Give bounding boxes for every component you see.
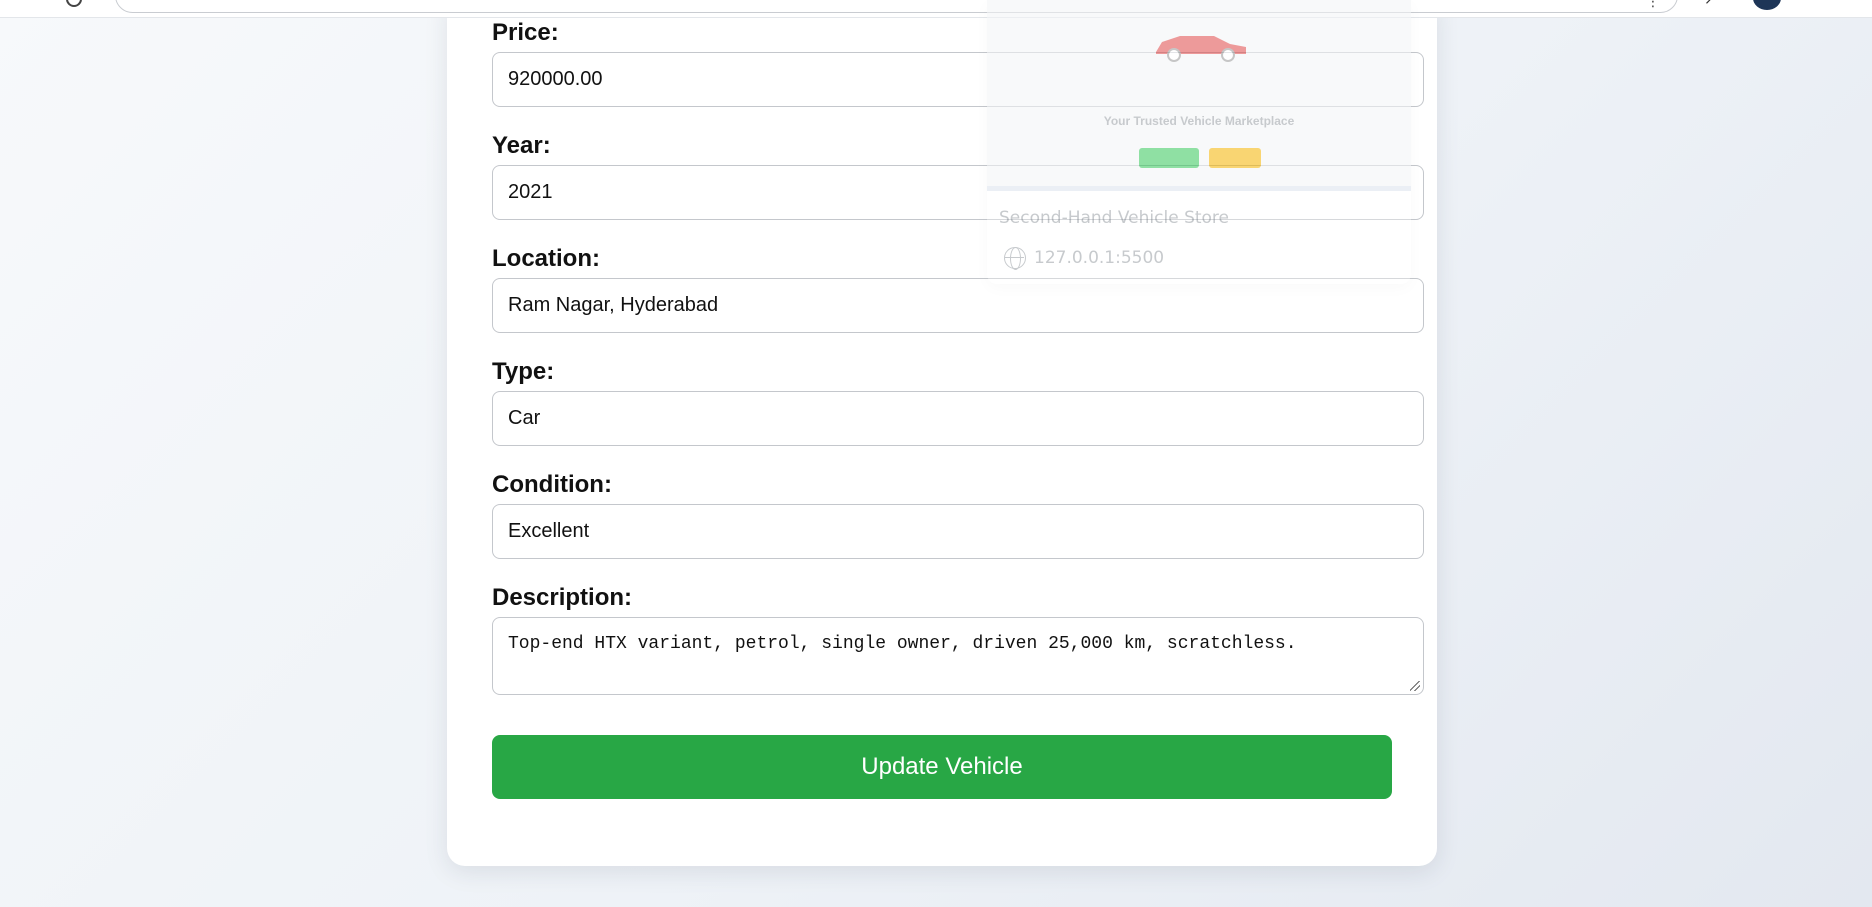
description-value: Top-end HTX variant, petrol, single owne… bbox=[508, 634, 1297, 654]
description-field-group: Description: Top-end HTX variant, petrol… bbox=[492, 583, 1424, 695]
type-input[interactable]: Car bbox=[492, 391, 1424, 446]
type-field-group: Type: Car bbox=[492, 357, 1424, 446]
address-bar[interactable] bbox=[115, 0, 1678, 13]
preview-green-button bbox=[1139, 148, 1199, 168]
location-input[interactable]: Ram Nagar, Hyderabad bbox=[492, 278, 1424, 333]
description-textarea[interactable]: Top-end HTX variant, petrol, single owne… bbox=[492, 617, 1424, 695]
preview-yellow-button bbox=[1209, 148, 1261, 168]
condition-label: Condition: bbox=[492, 471, 612, 498]
location-value: Ram Nagar, Hyderabad bbox=[508, 294, 719, 316]
preview-thumbnail: Your Trusted Vehicle Marketplace bbox=[987, 0, 1411, 188]
preview-url: 127.0.0.1:5500 bbox=[1034, 248, 1165, 268]
preview-divider bbox=[987, 186, 1411, 191]
type-value: Car bbox=[508, 407, 541, 429]
preview-tagline: Your Trusted Vehicle Marketplace bbox=[1103, 114, 1295, 128]
resize-handle-icon[interactable] bbox=[1410, 681, 1420, 691]
condition-value: Excellent bbox=[508, 520, 590, 542]
globe-icon bbox=[1004, 247, 1026, 270]
browser-toolbar: ⋮ ↗ bbox=[0, 0, 1872, 18]
condition-field-group: Condition: Excellent bbox=[492, 470, 1424, 559]
car-icon bbox=[1156, 36, 1246, 62]
bookmark-icon[interactable]: ↗ bbox=[1704, 0, 1716, 8]
extensions-icon[interactable]: ⋮ bbox=[1646, 0, 1660, 10]
condition-input[interactable]: Excellent bbox=[492, 504, 1424, 559]
update-vehicle-button[interactable]: Update Vehicle bbox=[492, 735, 1392, 799]
preview-page-title: Second-Hand Vehicle Store bbox=[999, 208, 1229, 228]
type-label: Type: bbox=[492, 358, 555, 385]
description-label: Description: bbox=[492, 584, 633, 611]
preview-url-row: 127.0.0.1:5500 bbox=[1004, 247, 1165, 270]
reload-icon[interactable] bbox=[66, 0, 82, 7]
price-value: 920000.00 bbox=[508, 68, 603, 90]
profile-avatar[interactable] bbox=[1753, 0, 1781, 10]
year-value: 2021 bbox=[508, 181, 553, 203]
tab-hover-preview: Your Trusted Vehicle Marketplace Second-… bbox=[987, 0, 1411, 284]
